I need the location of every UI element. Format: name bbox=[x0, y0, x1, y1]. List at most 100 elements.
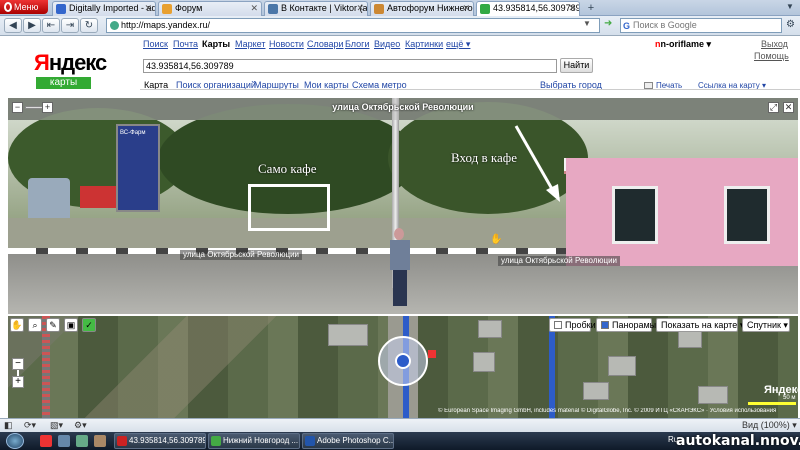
url-text: http://maps.yandex.ru/ bbox=[121, 20, 211, 30]
nav-images[interactable]: Картинки bbox=[405, 39, 443, 49]
nav-market[interactable]: Маркет bbox=[235, 39, 265, 49]
nav-maps: Карты bbox=[202, 39, 231, 49]
fast-forward-button[interactable]: ⇥ bbox=[61, 18, 79, 33]
cafe-annotation: Само кафе bbox=[258, 161, 317, 176]
panoramas-toggle[interactable]: Панорамы bbox=[596, 318, 656, 332]
nav-news[interactable]: Новости bbox=[269, 39, 304, 49]
nav-search[interactable]: Поиск bbox=[143, 39, 168, 49]
service-badge[interactable]: карты bbox=[36, 77, 91, 89]
street-label-right[interactable]: улица Октябрьской Революции bbox=[498, 256, 621, 266]
tab-favicon-icon bbox=[480, 4, 490, 14]
tab-close-icon[interactable]: ✕ bbox=[250, 2, 258, 15]
taskbar-task-photoshop[interactable]: Adobe Photoshop C... bbox=[302, 433, 394, 449]
reload-button[interactable]: ↻ bbox=[80, 18, 98, 33]
taskbar-task-opera[interactable]: 43.935814,56.309789... bbox=[114, 433, 206, 449]
traffic-toggle[interactable]: Пробки bbox=[549, 318, 596, 332]
camera-tool-icon[interactable]: ▣ bbox=[64, 318, 78, 332]
nav-more[interactable]: ещё ▾ bbox=[446, 39, 470, 50]
tab-title: Форум bbox=[175, 3, 203, 13]
new-tab-button[interactable]: + bbox=[584, 2, 598, 15]
url-dropdown-icon[interactable]: ▼ bbox=[583, 19, 591, 28]
map-view[interactable]: ✋ ⌕ ✎ ▣ ✓ − + Пробки Панорамы Показать н… bbox=[8, 316, 798, 420]
map-type-dropdown[interactable]: Спутник ▾ bbox=[742, 318, 790, 332]
yandex-logo[interactable]: Яндекс bbox=[34, 50, 107, 76]
map-copyright[interactable]: © European Space Imaging GmbH, includes … bbox=[438, 408, 796, 414]
google-icon: G bbox=[623, 21, 631, 31]
opera-quicklaunch-icon[interactable] bbox=[40, 435, 52, 447]
show-on-map-dropdown[interactable]: Показать на карте ▾ bbox=[656, 318, 744, 332]
street-view-panorama[interactable]: ВС-Фарм Само кафе Вход в кафе улица Октя… bbox=[8, 98, 798, 314]
ruler-tool-icon[interactable]: ✎ bbox=[46, 318, 60, 332]
checkbox-icon bbox=[601, 321, 609, 329]
nav-mail[interactable]: Почта bbox=[173, 39, 198, 49]
menu-label: Меню bbox=[14, 2, 39, 12]
taskbar-task-folder[interactable]: Нижний Новгород ... bbox=[208, 433, 300, 449]
map-search-input[interactable]: 43.935814,56.309789 bbox=[143, 59, 557, 73]
map-building bbox=[478, 320, 502, 338]
tab-close-icon[interactable]: ✕ bbox=[144, 2, 152, 15]
go-button[interactable]: ➜ bbox=[604, 18, 618, 33]
tab-title: В Контакте | Viktor (ac... bbox=[281, 3, 368, 13]
start-button[interactable] bbox=[6, 433, 24, 449]
show-desktop-icon[interactable] bbox=[76, 435, 88, 447]
hand-tool-icon[interactable]: ✋ bbox=[10, 318, 24, 332]
tab-vkontakte[interactable]: В Контакте | Viktor (ac...✕ bbox=[264, 1, 368, 16]
nav-dictionaries[interactable]: Словари bbox=[307, 39, 344, 49]
map-marker-icon[interactable] bbox=[428, 350, 436, 358]
tab-close-icon[interactable]: ✕ bbox=[568, 2, 576, 15]
settings-icon[interactable]: ⚙▾ bbox=[74, 420, 87, 432]
user-menu[interactable]: nn-oriflame ▾ bbox=[655, 39, 711, 50]
turbo-icon[interactable]: ⟳▾ bbox=[24, 420, 36, 432]
tab-title: Автофорум Нижнего ... bbox=[387, 3, 474, 13]
explorer-quicklaunch-icon[interactable] bbox=[58, 435, 70, 447]
photoshop-icon bbox=[305, 436, 315, 446]
scale-label: 50 м bbox=[783, 395, 796, 401]
yandex-header: Яндекс карты Поиск Почта Карты Маркет Но… bbox=[0, 37, 800, 97]
help-link[interactable]: Помощь bbox=[754, 51, 789, 61]
map-zoom-out-button[interactable]: − bbox=[12, 358, 24, 370]
logout-link[interactable]: Выход bbox=[761, 39, 788, 49]
tab-favicon-icon bbox=[56, 4, 66, 14]
tab-close-icon[interactable]: ✕ bbox=[356, 2, 364, 15]
printer-icon bbox=[644, 82, 653, 89]
scale-bar bbox=[748, 402, 796, 405]
rewind-button[interactable]: ⇤ bbox=[42, 18, 60, 33]
street-label-left[interactable]: улица Октябрьской Революции bbox=[180, 250, 303, 260]
tab-menu-icon[interactable]: ▼ bbox=[786, 2, 794, 11]
opera-menu-button[interactable]: Меню bbox=[0, 0, 48, 14]
opera-logo-icon bbox=[4, 2, 12, 12]
tab-digitally-imported[interactable]: Digitally Imported - ad... ✕ bbox=[52, 1, 156, 16]
tab-bar: Меню Digitally Imported - ad... ✕ Форум ✕ … bbox=[0, 0, 800, 16]
map-building bbox=[698, 386, 728, 404]
map-zoom-in-button[interactable]: + bbox=[12, 376, 24, 388]
street-view-position-marker[interactable] bbox=[378, 336, 428, 386]
nav-blogs[interactable]: Блоги bbox=[345, 39, 369, 49]
tab-yandex-maps[interactable]: 43.935814,56.309789 —...✕ bbox=[476, 1, 580, 16]
media-quicklaunch-icon[interactable] bbox=[94, 435, 106, 447]
find-button[interactable]: Найти bbox=[560, 58, 593, 73]
settings-icon[interactable]: ⚙ bbox=[786, 19, 795, 30]
fullscreen-icon[interactable]: ⤢ bbox=[768, 102, 779, 113]
search-field[interactable]: G Поиск в Google bbox=[620, 18, 782, 33]
green-tool-icon[interactable]: ✓ bbox=[82, 318, 96, 332]
address-field[interactable]: http://maps.yandex.ru/ bbox=[106, 18, 600, 33]
advertising-stand: ВС-Фарм bbox=[116, 124, 160, 212]
cafe-building bbox=[566, 158, 798, 266]
close-icon[interactable]: ✕ bbox=[783, 102, 794, 113]
map-building bbox=[328, 324, 368, 346]
site-icon bbox=[110, 21, 119, 30]
tab-favicon-icon bbox=[268, 4, 278, 14]
magnifier-tool-icon[interactable]: ⌕ bbox=[28, 318, 42, 332]
back-button[interactable]: ◀ bbox=[4, 18, 22, 33]
image-mode-icon[interactable]: ▧▾ bbox=[50, 420, 63, 432]
tab-title: 43.935814,56.309789 —... bbox=[493, 3, 580, 13]
tab-autoforum[interactable]: Автофорум Нижнего ... ✕ bbox=[370, 1, 474, 16]
tab-forum[interactable]: Форум ✕ bbox=[158, 1, 262, 16]
tab-close-icon[interactable]: ✕ bbox=[462, 2, 470, 15]
panel-toggle-icon[interactable]: ◧ bbox=[4, 420, 13, 432]
zoom-level[interactable]: Вид (100%) ▾ bbox=[742, 420, 797, 431]
panorama-toolbar: − + улица Октябрьской Революции ⤢ ✕ bbox=[8, 98, 798, 120]
forward-button[interactable]: ▶ bbox=[23, 18, 41, 33]
nav-video[interactable]: Видео bbox=[374, 39, 400, 49]
hand-cursor-icon: ✋ bbox=[490, 234, 503, 245]
